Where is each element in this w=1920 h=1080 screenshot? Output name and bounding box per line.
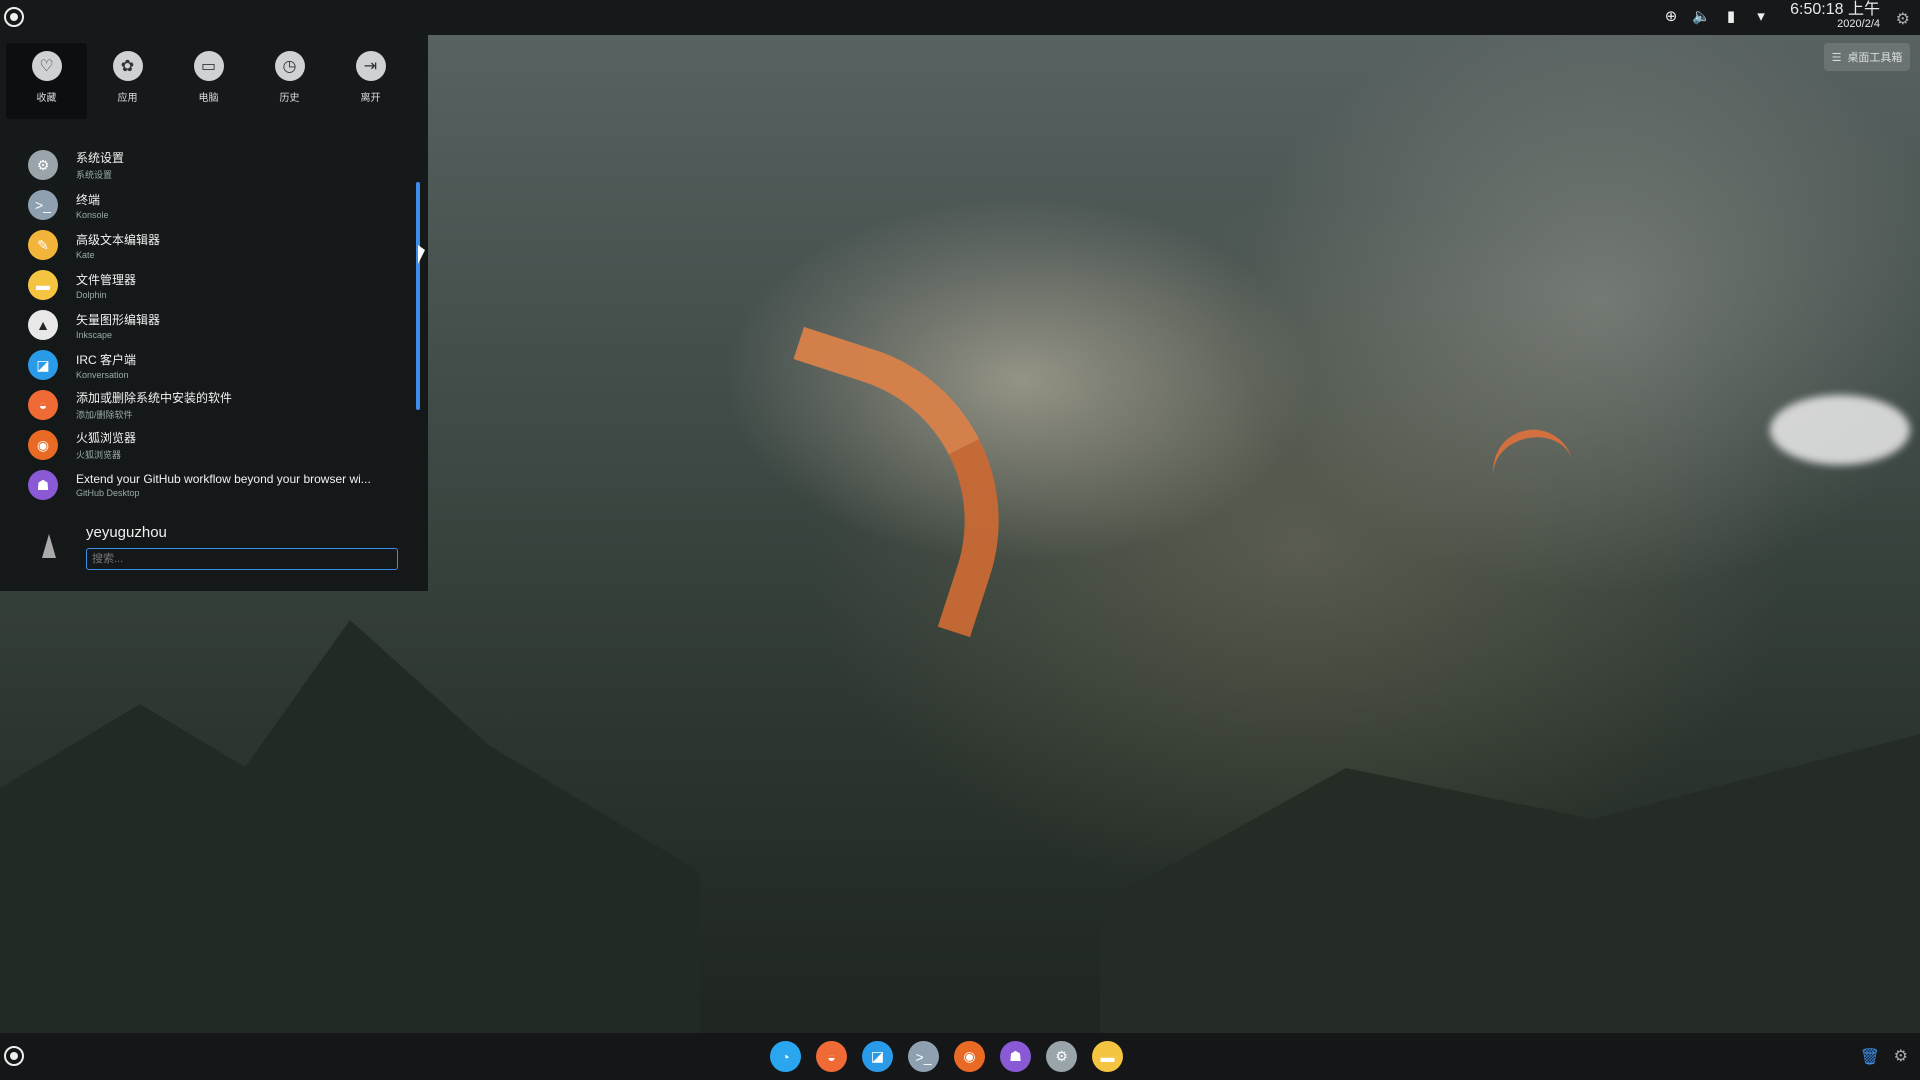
tab-applications[interactable]: ✿ 应用 bbox=[87, 43, 168, 119]
app-description: Konsole bbox=[76, 209, 109, 220]
trash-icon[interactable]: 🗑 bbox=[1860, 1047, 1880, 1067]
desktop-toolbox-button[interactable]: ☰ 桌面工具箱 bbox=[1824, 43, 1910, 71]
github-icon[interactable]: ☗ bbox=[1000, 1041, 1031, 1072]
heart-icon: ♡ bbox=[31, 51, 62, 81]
list-item-software-center[interactable]: ◒ 添加或删除系统中安装的软件添加/删除软件 bbox=[28, 385, 408, 425]
tab-label: 电脑 bbox=[198, 93, 219, 104]
terminal-icon[interactable]: >_ bbox=[908, 1041, 939, 1072]
tab-computer[interactable]: ▭ 电脑 bbox=[168, 43, 249, 119]
software-center-icon: ◒ bbox=[28, 390, 58, 420]
terminal-icon: >_ bbox=[28, 190, 58, 220]
irc-icon[interactable]: ◪ bbox=[862, 1041, 893, 1072]
list-item-terminal[interactable]: >_ 终端 Konsole bbox=[28, 185, 408, 225]
app-description: Dolphin bbox=[76, 289, 107, 300]
app-name: 文件管理器 bbox=[76, 272, 137, 287]
app-name: 系统设置 bbox=[76, 151, 125, 165]
irc-icon: ◪ bbox=[28, 350, 58, 380]
tab-history[interactable]: ◷ 历史 bbox=[249, 43, 330, 119]
paraglider-large bbox=[728, 326, 1046, 638]
list-item-irc[interactable]: ◪ IRC 客户端 Konversation bbox=[28, 345, 408, 385]
panel-settings-icon[interactable]: ⚙ bbox=[1894, 1046, 1908, 1066]
task-manager-dock: ◔ ◒ ◪ >_ ◉ ☗ ⚙ ▬ bbox=[770, 1041, 1123, 1072]
app-name: 火狐浏览器 bbox=[76, 431, 137, 445]
panel-settings-icon[interactable]: ⚙ bbox=[1896, 9, 1910, 29]
list-item-inkscape[interactable]: ▲ 矢量图形编辑器 Inkscape bbox=[28, 305, 408, 345]
application-launcher-icon[interactable] bbox=[4, 7, 24, 27]
list-item-system-settings[interactable]: ⚙ 系统设置 系统设置 bbox=[28, 145, 408, 185]
application-launcher-menu: ♡ 收藏 ✿ 应用 ▭ 电脑 ◷ 历史 ⇥ 离开 ⚙ 系统设置 系统设置 >_ 终… bbox=[0, 35, 428, 591]
app-name: Extend your GitHub workflow beyond your … bbox=[76, 472, 371, 486]
network-icon[interactable]: ⊕ bbox=[1662, 8, 1680, 26]
app-description: 添加/删除软件 bbox=[76, 410, 133, 420]
search-input[interactable] bbox=[86, 548, 398, 570]
inkscape-icon: ▲ bbox=[28, 310, 58, 340]
clipboard-icon[interactable]: ▮ bbox=[1722, 8, 1740, 26]
apps-icon: ✿ bbox=[112, 51, 143, 81]
list-scrollbar[interactable] bbox=[416, 182, 420, 410]
file-manager-icon[interactable]: ▬ bbox=[1092, 1041, 1123, 1072]
tab-leave[interactable]: ⇥ 离开 bbox=[330, 43, 411, 119]
computer-icon: ▭ bbox=[193, 51, 224, 81]
username: yeyuguzhou bbox=[86, 524, 167, 541]
top-panel: ⊕ 🔈 ▮ ▾ 6:50:18 上午 2020/2/4 ⚙ bbox=[0, 0, 1920, 35]
list-item-github-desktop[interactable]: ☗ Extend your GitHub workflow beyond you… bbox=[28, 465, 408, 505]
bottom-panel: ◔ ◒ ◪ >_ ◉ ☗ ⚙ ▬ 🗑 ⚙ bbox=[0, 1033, 1920, 1080]
digital-clock[interactable]: 6:50:18 上午 2020/2/4 bbox=[1790, 1, 1880, 31]
app-description: 火狐浏览器 bbox=[76, 450, 122, 460]
mouse-cursor bbox=[418, 245, 425, 264]
clock-date: 2020/2/4 bbox=[1837, 18, 1880, 30]
list-item-file-manager[interactable]: ▬ 文件管理器 Dolphin bbox=[28, 265, 408, 305]
app-description: Kate bbox=[76, 249, 95, 260]
file-manager-icon: ▬ bbox=[28, 270, 58, 300]
mountain-ridge bbox=[0, 620, 700, 1040]
application-launcher-icon[interactable] bbox=[4, 1046, 24, 1066]
favorites-list: ⚙ 系统设置 系统设置 >_ 终端 Konsole ✎ 高级文本编辑器 Kate ▬ … bbox=[28, 145, 408, 505]
expand-arrow-icon[interactable]: ▾ bbox=[1752, 8, 1770, 26]
menu-icon: ☰ bbox=[1831, 51, 1842, 64]
tab-label: 历史 bbox=[279, 93, 300, 104]
cloud bbox=[1770, 395, 1910, 465]
qq-icon[interactable]: ◔ bbox=[770, 1041, 801, 1072]
volume-icon[interactable]: 🔈 bbox=[1692, 8, 1711, 26]
text-editor-icon: ✎ bbox=[28, 230, 58, 260]
app-name: 矢量图形编辑器 bbox=[76, 312, 161, 327]
clock-time: 6:50:18 上午 bbox=[1790, 1, 1880, 18]
tab-label: 离开 bbox=[360, 93, 381, 104]
history-icon: ◷ bbox=[274, 51, 305, 81]
app-description: 系统设置 bbox=[76, 170, 113, 180]
tab-label: 应用 bbox=[117, 93, 138, 104]
firefox-icon[interactable]: ◉ bbox=[954, 1041, 985, 1072]
firefox-icon: ◉ bbox=[28, 430, 58, 460]
software-center-icon[interactable]: ◒ bbox=[816, 1041, 847, 1072]
desktop-toolbox-label: 桌面工具箱 bbox=[1847, 52, 1903, 64]
app-description: Konversation bbox=[76, 369, 129, 380]
app-name: 终端 bbox=[76, 192, 101, 207]
app-name: IRC 客户端 bbox=[76, 352, 137, 367]
list-item-text-editor[interactable]: ✎ 高级文本编辑器 Kate bbox=[28, 225, 408, 265]
paraglider-small bbox=[1485, 422, 1575, 486]
app-name: 高级文本编辑器 bbox=[76, 232, 161, 247]
list-item-firefox[interactable]: ◉ 火狐浏览器 火狐浏览器 bbox=[28, 425, 408, 465]
app-description: GitHub Desktop bbox=[76, 488, 140, 498]
avatar[interactable] bbox=[42, 534, 56, 558]
leave-icon: ⇥ bbox=[355, 51, 386, 81]
tab-label: 收藏 bbox=[36, 93, 57, 104]
system-settings-icon: ⚙ bbox=[28, 150, 58, 180]
app-description: Inkscape bbox=[76, 329, 113, 340]
app-name: 添加或删除系统中安装的软件 bbox=[76, 391, 233, 405]
launcher-category-tabs: ♡ 收藏 ✿ 应用 ▭ 电脑 ◷ 历史 ⇥ 离开 bbox=[6, 43, 422, 119]
tab-favorites[interactable]: ♡ 收藏 bbox=[6, 43, 87, 119]
system-settings-icon[interactable]: ⚙ bbox=[1046, 1041, 1077, 1072]
system-tray: ⊕ 🔈 ▮ ▾ bbox=[1662, 8, 1770, 26]
mountain-ridge bbox=[1100, 734, 1920, 1040]
github-icon: ☗ bbox=[28, 470, 58, 500]
user-section: yeyuguzhou bbox=[20, 520, 420, 580]
